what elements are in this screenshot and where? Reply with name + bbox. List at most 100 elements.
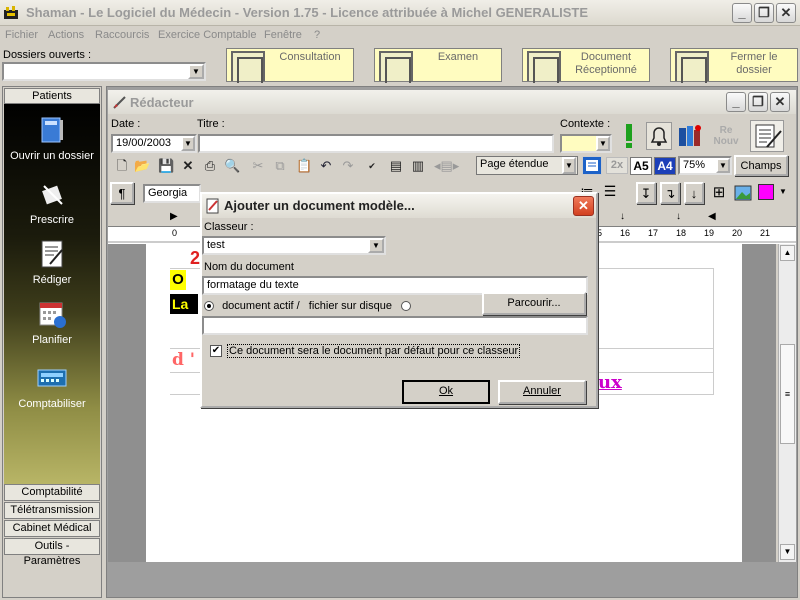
sidebar-tab-cabinet-medical[interactable]: Cabinet Médical [4, 520, 100, 537]
open-folder-icon[interactable]: 📂 [134, 158, 150, 174]
bell-icon[interactable] [646, 122, 672, 150]
titre-field[interactable] [198, 134, 554, 153]
scroll-thumb[interactable]: ≡ [780, 344, 795, 444]
exclamation-icon[interactable] [618, 122, 640, 150]
menu-help[interactable]: ? [314, 29, 320, 41]
sidebar-item-prescrire[interactable]: Prescrire [4, 178, 100, 226]
menu-raccourcis[interactable]: Raccourcis [95, 29, 149, 41]
ruler-tick-label: 0 [172, 228, 178, 238]
editor-minimize-button[interactable]: _ [726, 92, 746, 112]
sidebar-item-label: Planifier [32, 334, 72, 346]
sidebar-item-rediger[interactable]: Rédiger [4, 238, 100, 286]
sidebar-tab-comptabilite[interactable]: Comptabilité [4, 484, 100, 501]
renouveler-button[interactable]: Re Nouv [706, 122, 746, 150]
cut-icon[interactable]: ✂ [250, 158, 266, 174]
frame-icon [379, 51, 413, 83]
indent-down-icon[interactable]: ↧ [636, 182, 656, 204]
zoom-value: 75% [683, 159, 706, 171]
doc-fragment-ux: ux [598, 372, 622, 393]
scroll-down-icon[interactable]: ▼ [780, 544, 795, 560]
table-border [713, 268, 714, 394]
source-radio-group: document actif / fichier sur disque [204, 300, 411, 312]
doc-fragment-o: O [170, 270, 186, 290]
undo-icon[interactable]: ↶ [318, 158, 334, 174]
fermer-dossier-button[interactable]: Fermer le dossier [670, 48, 798, 83]
classeur-value: test [207, 239, 225, 251]
sidebar-item-comptabiliser[interactable]: Comptabiliser [4, 362, 100, 410]
arrow-down-icon[interactable]: ↓ [684, 182, 704, 204]
menu-fenetre[interactable]: Fenêtre [264, 29, 302, 41]
columns-icon[interactable]: ▥ [410, 158, 426, 174]
text-color-swatch[interactable] [758, 184, 774, 200]
paste-icon[interactable]: 📋 [296, 158, 312, 174]
page-view-icon[interactable] [582, 156, 602, 175]
dialog-close-icon[interactable]: ✕ [573, 196, 594, 216]
document-list-icon[interactable] [750, 120, 784, 152]
parcourir-button[interactable]: Parcourir... [482, 292, 586, 315]
redo-icon[interactable]: ↷ [340, 158, 356, 174]
save-icon[interactable]: 💾 [158, 158, 174, 174]
ruler-tick-label: 17 [648, 228, 659, 238]
sidebar-tab-patients[interactable]: Patients [4, 88, 100, 104]
sidebar-tab-teletransmission[interactable]: Télétransmission [4, 502, 100, 519]
spellcheck-icon[interactable]: ✔ [364, 158, 380, 174]
copy-icon[interactable]: ⧉ [272, 158, 288, 174]
dossiers-combo[interactable]: ▼ [2, 62, 206, 81]
radio-document-actif[interactable] [204, 301, 214, 312]
editor-restore-button[interactable]: ❐ [748, 92, 768, 112]
zoom-2x-button[interactable]: 2x [606, 157, 628, 174]
examen-button[interactable]: Examen [374, 48, 502, 83]
menu-fichier[interactable]: Fichier [5, 29, 38, 41]
sidebar-tab-outils-parametres[interactable]: Outils - Paramètres [4, 538, 100, 567]
font-select[interactable]: Georgia [143, 184, 201, 203]
image-icon[interactable] [734, 184, 752, 202]
page-previous-icon[interactable]: ◂▤▸ [434, 158, 459, 174]
classeur-select[interactable]: test [202, 236, 386, 255]
chevron-down-icon[interactable]: ▼ [181, 136, 195, 151]
default-document-checkbox[interactable]: ✔ [210, 345, 222, 357]
books-icon[interactable] [676, 122, 704, 150]
editor-close-button[interactable]: ✕ [770, 92, 790, 112]
sidebar-item-planifier[interactable]: Planifier [4, 298, 100, 346]
vertical-scrollbar[interactable]: ▲ ≡ ▼ [778, 244, 796, 562]
chevron-down-icon[interactable]: ▼ [596, 136, 610, 151]
chevron-down-icon[interactable]: ▼ [368, 238, 384, 253]
scroll-up-icon[interactable]: ▲ [780, 245, 795, 261]
chevron-down-icon[interactable]: ▼ [562, 157, 576, 174]
frame-icon [527, 51, 561, 83]
minimize-button[interactable]: _ [732, 3, 752, 23]
ruler-tick-label: 19 [704, 228, 715, 238]
radio-fichier-disque[interactable] [401, 301, 411, 312]
print-preview-icon[interactable]: 🔍 [224, 158, 240, 174]
fermer-dossier-label: Fermer le dossier [730, 51, 778, 76]
ok-button[interactable]: Ok [402, 380, 490, 404]
restore-button[interactable]: ❐ [754, 3, 774, 23]
new-document-icon[interactable]: 🗋 [114, 158, 130, 174]
paragraph-icon[interactable]: ¶ [110, 182, 134, 204]
consultation-button[interactable]: Consultation [226, 48, 354, 83]
menu-actions[interactable]: Actions [48, 29, 84, 41]
examen-label: Examen [437, 51, 479, 63]
print-icon[interactable]: ⎙ [202, 158, 218, 174]
tab-marker-icon: ↓ [620, 211, 625, 222]
document-receptionne-button[interactable]: Document Réceptionné [522, 48, 650, 83]
format-a4-button[interactable]: A4 [654, 157, 676, 175]
menu-exercice-comptable[interactable]: Exercice Comptable [158, 29, 256, 41]
sidebar-item-label: Comptabiliser [18, 398, 86, 410]
chevron-down-icon[interactable]: ▼ [716, 158, 730, 173]
chevron-down-icon[interactable]: ▼ [776, 184, 790, 200]
format-a5-button[interactable]: A5 [630, 157, 652, 175]
table-icon[interactable]: ⊞ [710, 184, 728, 202]
annuler-button[interactable]: Annuler [498, 380, 586, 404]
ruler-tick-label: 20 [732, 228, 743, 238]
close-button[interactable]: ✕ [776, 3, 796, 23]
prescription-icon [36, 178, 68, 210]
indent-icon[interactable]: ↴ [660, 182, 680, 204]
champs-button[interactable]: Champs [734, 155, 788, 176]
file-path-field[interactable] [202, 316, 588, 335]
chevron-down-icon[interactable]: ▼ [188, 64, 204, 79]
sidebar-item-ouvrir-dossier[interactable]: Ouvrir un dossier [4, 114, 100, 162]
numbered-list-icon[interactable]: ☰ [600, 182, 620, 202]
delete-icon[interactable]: ✕ [180, 158, 196, 174]
insert-field-icon[interactable]: ▤ [388, 158, 404, 174]
